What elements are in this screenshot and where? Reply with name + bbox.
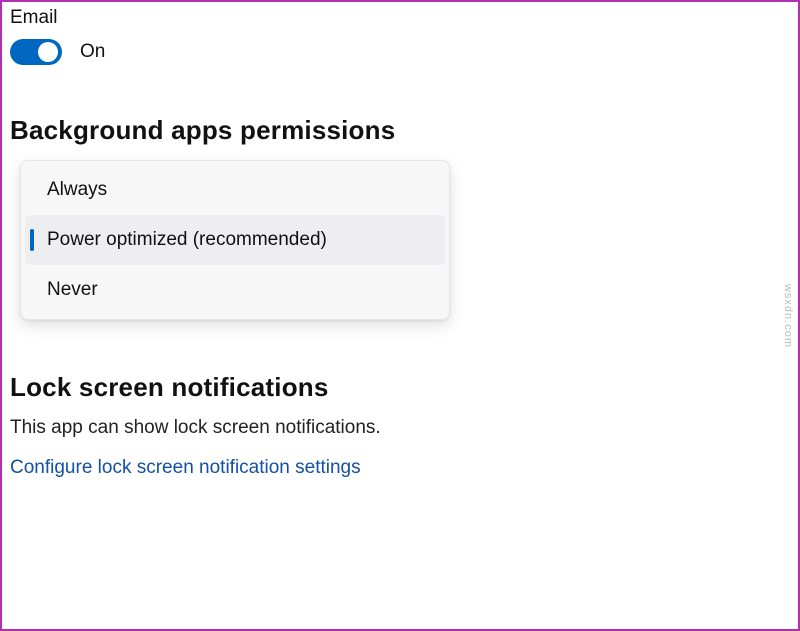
email-section-label: Email bbox=[10, 7, 790, 29]
obscured-content bbox=[260, 322, 790, 332]
watermark-text: wsxdn.com bbox=[782, 283, 794, 347]
dropdown-option-always[interactable]: Always bbox=[25, 165, 445, 215]
toggle-knob-icon bbox=[38, 42, 58, 62]
lock-screen-description: This app can show lock screen notificati… bbox=[10, 417, 790, 439]
background-apps-header: Background apps permissions bbox=[10, 115, 790, 146]
email-toggle-state-label: On bbox=[80, 41, 105, 63]
dropdown-option-never[interactable]: Never bbox=[25, 265, 445, 315]
email-toggle-row: On bbox=[10, 39, 790, 65]
background-permissions-dropdown[interactable]: Always Power optimized (recommended) Nev… bbox=[20, 160, 450, 320]
lock-screen-header: Lock screen notifications bbox=[10, 372, 790, 403]
configure-lock-screen-link[interactable]: Configure lock screen notification setti… bbox=[10, 457, 790, 479]
dropdown-option-power-optimized[interactable]: Power optimized (recommended) bbox=[25, 215, 445, 265]
email-toggle[interactable] bbox=[10, 39, 62, 65]
